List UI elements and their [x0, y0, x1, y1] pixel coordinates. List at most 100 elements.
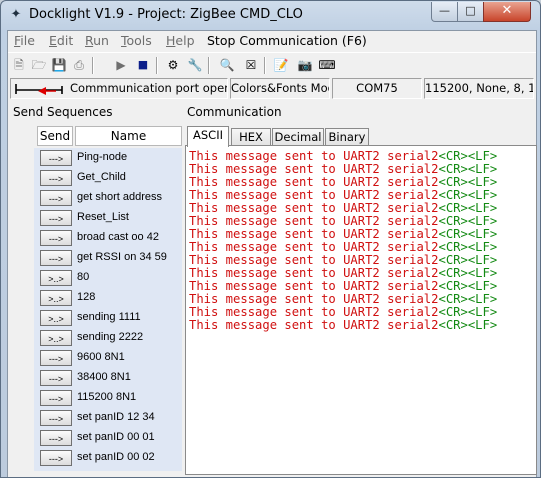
log-control-chars: <CR><LF>	[438, 253, 498, 267]
log-control-chars: <CR><LF>	[438, 279, 498, 293]
sequence-row[interactable]: ---> Get_Child	[34, 168, 182, 188]
log-message-text: This message sent to UART2 serial2	[189, 175, 439, 189]
print-icon[interactable]: ⎙	[70, 56, 88, 74]
run-icon[interactable]: ▶	[112, 56, 130, 74]
log-message-text: This message sent to UART2 serial2	[189, 279, 439, 293]
log-line: This message sent to UART2 serial2<CR><L…	[189, 319, 497, 332]
sequence-row[interactable]: ---> Ping-node	[34, 148, 182, 168]
menu-help-label: Help	[166, 33, 195, 48]
sequence-row[interactable]: ---> 38400 8N1	[34, 368, 182, 388]
minimize-button[interactable]: —	[431, 2, 458, 22]
send-sequence-button[interactable]: >..>	[40, 270, 72, 286]
menu-edit-label: Edit	[49, 33, 74, 48]
sequence-name: Reset_List	[77, 211, 129, 223]
send-sequence-button[interactable]: --->	[40, 250, 72, 266]
menu-help[interactable]: Help	[166, 33, 195, 48]
colors-fonts-mode[interactable]: Colors&Fonts Mode	[230, 78, 330, 99]
window-title: Docklight V1.9 - Project: ZigBee CMD_CLO	[29, 7, 303, 22]
toolbar-separator	[156, 57, 158, 74]
camera-icon[interactable]: 📷	[296, 56, 314, 74]
send-sequence-button[interactable]: --->	[40, 410, 72, 426]
send-sequence-button[interactable]: --->	[40, 190, 72, 206]
new-file-icon[interactable]: 🗎	[10, 56, 28, 74]
sequence-row[interactable]: ---> set panID 00 02	[34, 448, 182, 468]
menu-tools-label: Tools	[121, 33, 152, 48]
edit-notes-icon[interactable]: 📝	[272, 56, 290, 74]
send-sequence-button[interactable]: >..>	[40, 290, 72, 306]
send-sequence-button[interactable]: --->	[40, 210, 72, 226]
save-icon[interactable]: 💾	[50, 56, 68, 74]
stop-icon[interactable]: ■	[134, 56, 152, 74]
sequence-row[interactable]: ---> get RSSI on 34 59	[34, 248, 182, 268]
toolbar-separator	[92, 57, 94, 74]
send-sequence-button[interactable]: --->	[40, 170, 72, 186]
status-row: Commmunication port open Colors&Fonts Mo…	[8, 78, 536, 99]
sequence-row[interactable]: >..> 128	[34, 288, 182, 308]
sequence-name: sending 2222	[77, 331, 144, 343]
send-sequence-button[interactable]: --->	[40, 230, 72, 246]
toolbar-separator	[264, 57, 266, 74]
keyboard-icon[interactable]: ⌨	[318, 56, 336, 74]
send-sequence-button[interactable]: --->	[40, 350, 72, 366]
sequence-row[interactable]: >..> sending 1111	[34, 308, 182, 328]
maximize-button[interactable]: □	[457, 2, 484, 22]
log-control-chars: <CR><LF>	[438, 214, 498, 228]
send-sequence-button[interactable]: --->	[40, 370, 72, 386]
menu-run[interactable]: Run	[85, 33, 109, 48]
communication-log: This message sent to UART2 serial2<CR><L…	[189, 150, 497, 332]
project-settings-icon[interactable]: ⚙	[164, 56, 182, 74]
menu-stop-communication[interactable]: Stop Communication (F6)	[207, 33, 367, 48]
com-port: COM75	[332, 78, 422, 99]
tab-hex[interactable]: HEX	[231, 128, 271, 146]
sequence-row[interactable]: ---> broad cast oo 42	[34, 228, 182, 248]
send-sequence-button[interactable]: >..>	[40, 310, 72, 326]
send-column-header[interactable]: Send	[37, 126, 73, 146]
title-bar[interactable]: ✦ Docklight V1.9 - Project: ZigBee CMD_C…	[1, 1, 540, 29]
sequence-name: 128	[77, 291, 96, 303]
sequence-row[interactable]: ---> set panID 00 01	[34, 428, 182, 448]
log-message-text: This message sent to UART2 serial2	[189, 188, 439, 202]
log-control-chars: <CR><LF>	[438, 201, 498, 215]
menu-tools[interactable]: Tools	[121, 33, 152, 48]
toolbar-separator	[208, 57, 210, 74]
sequence-name: 115200 8N1	[77, 391, 137, 403]
wrench-icon[interactable]: 🔧	[186, 56, 204, 74]
app-icon[interactable]: ✦	[8, 7, 24, 23]
send-sequence-button[interactable]: --->	[40, 150, 72, 166]
sequence-name: set panID 12 34	[77, 411, 155, 423]
sequence-row[interactable]: >..> 80	[34, 268, 182, 288]
sequence-row[interactable]: >..> sending 2222	[34, 328, 182, 348]
sequence-name: get RSSI on 34 59	[77, 251, 167, 263]
log-control-chars: <CR><LF>	[438, 318, 498, 332]
send-sequences-title: Send Sequences	[13, 105, 113, 119]
find-icon[interactable]: 🔍	[218, 56, 236, 74]
sequence-row[interactable]: ---> 9600 8N1	[34, 348, 182, 368]
sequence-row[interactable]: ---> 115200 8N1	[34, 388, 182, 408]
tab-decimal[interactable]: Decimal	[272, 128, 324, 146]
sequence-row[interactable]: ---> set panID 12 34	[34, 408, 182, 428]
send-sequence-button[interactable]: --->	[40, 430, 72, 446]
send-sequence-button[interactable]: >..>	[40, 330, 72, 346]
close-button[interactable]: ✕	[483, 2, 531, 22]
menu-file[interactable]: File	[14, 33, 35, 48]
communication-window[interactable]: This message sent to UART2 serial2<CR><L…	[185, 145, 537, 475]
sequence-name: broad cast oo 42	[77, 231, 159, 243]
communication-title: Communication	[187, 105, 282, 119]
name-column-header[interactable]: Name	[75, 126, 182, 146]
sequence-name: Get_Child	[77, 171, 126, 183]
sequence-row[interactable]: ---> Reset_List	[34, 208, 182, 228]
menu-bar: File Edit Run Tools Help Stop Communicat…	[8, 31, 536, 51]
menu-edit[interactable]: Edit	[49, 33, 73, 48]
send-sequence-button[interactable]: --->	[40, 390, 72, 406]
log-message-text: This message sent to UART2 serial2	[189, 201, 439, 215]
clear-icon[interactable]: ☒	[242, 56, 260, 74]
sequence-name: set panID 00 01	[77, 431, 155, 443]
open-folder-icon[interactable]: 🗁	[30, 56, 48, 74]
log-message-text: This message sent to UART2 serial2	[189, 149, 439, 163]
sequence-row[interactable]: ---> get short address	[34, 188, 182, 208]
log-control-chars: <CR><LF>	[438, 188, 498, 202]
tab-ascii[interactable]: ASCII	[187, 126, 229, 147]
tab-binary[interactable]: Binary	[325, 128, 369, 146]
send-sequence-button[interactable]: --->	[40, 450, 72, 466]
sequence-name: get short address	[77, 191, 162, 203]
